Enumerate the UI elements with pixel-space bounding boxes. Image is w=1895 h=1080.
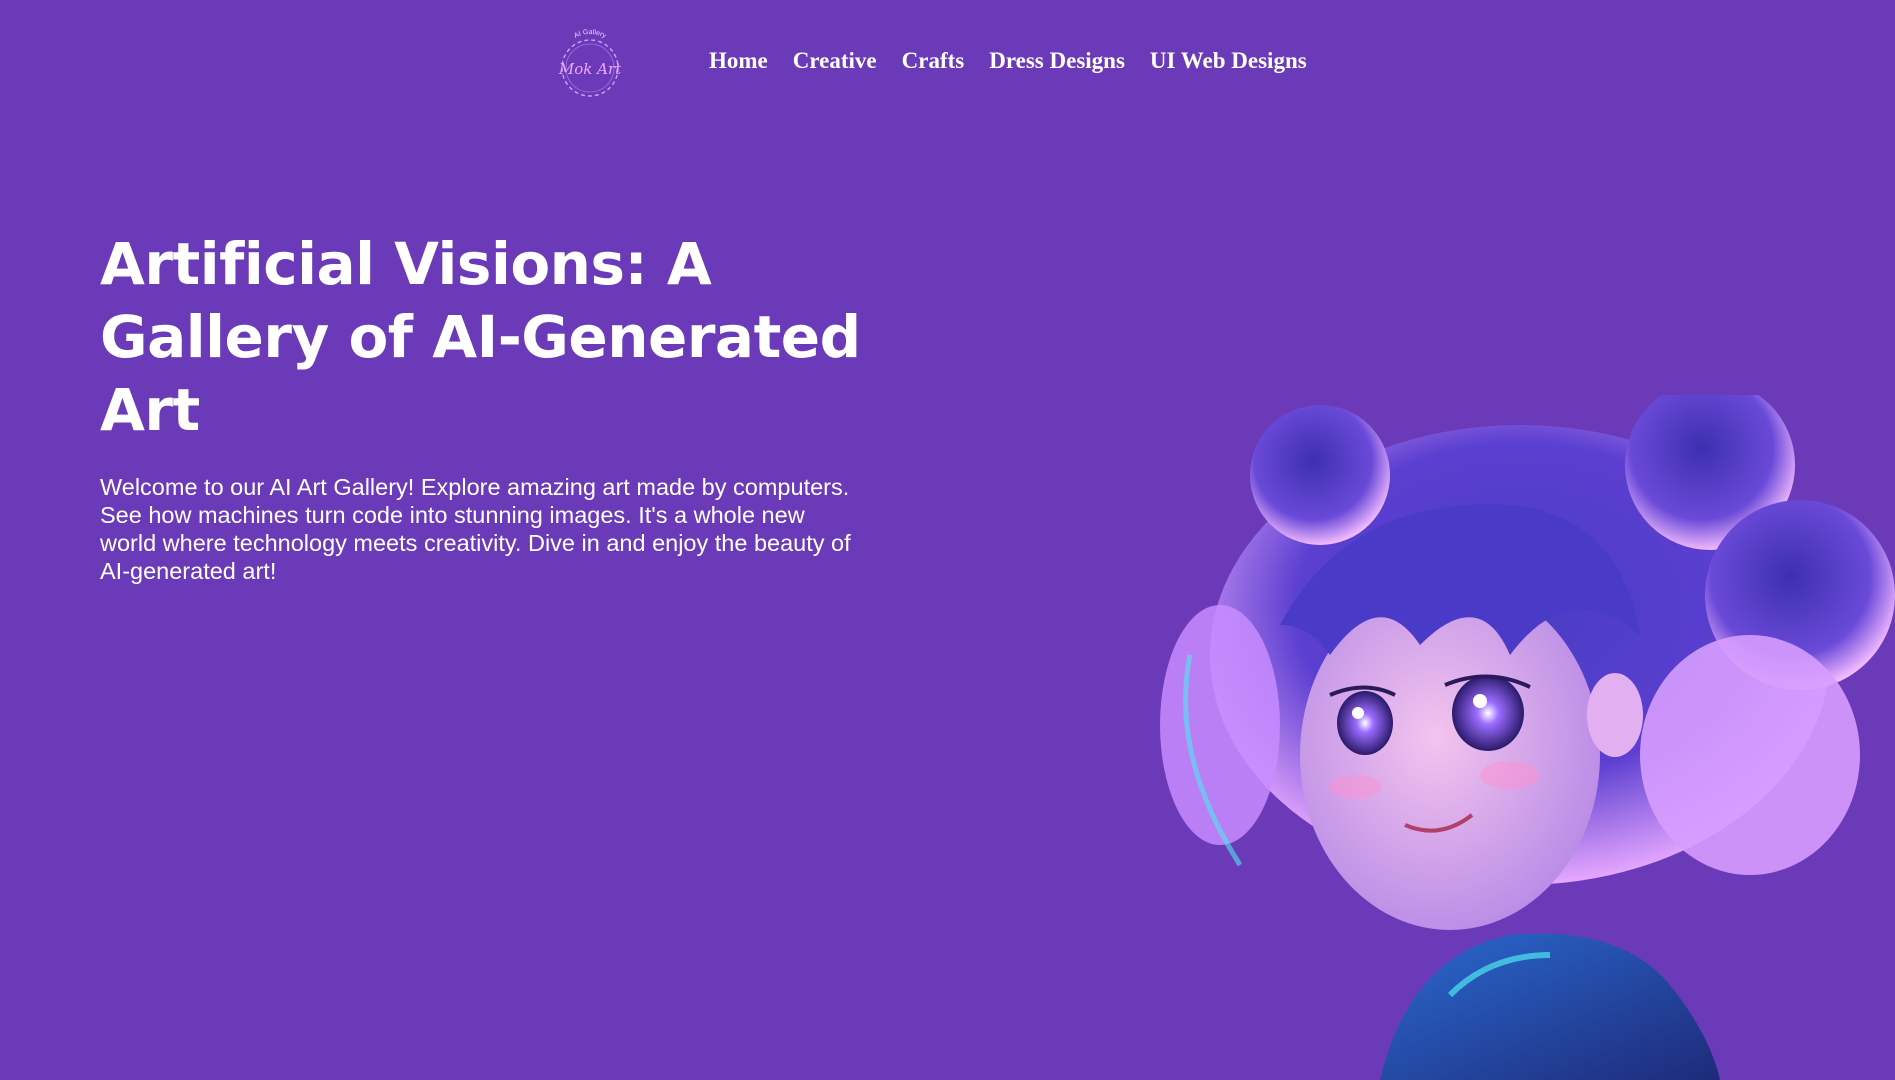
logo-script-text: Mok Art	[558, 60, 622, 78]
nav-crafts[interactable]: Crafts	[902, 48, 965, 74]
circle-wreath-logo-icon: AI Gallery Mok Art	[558, 29, 622, 97]
main-nav: Home Creative Crafts Dress Designs UI We…	[709, 48, 1307, 74]
site-logo[interactable]: AI Gallery Mok Art	[540, 22, 640, 106]
logo-small-text: AI Gallery	[573, 29, 607, 40]
hero-image	[1150, 395, 1895, 1080]
nav-creative[interactable]: Creative	[793, 48, 877, 74]
nav-ui-web-designs[interactable]: UI Web Designs	[1150, 48, 1307, 74]
hero-title: Artificial Visions: A Gallery of AI-Gene…	[100, 230, 861, 444]
hero-description: Welcome to our AI Art Gallery! Explore a…	[100, 474, 851, 584]
hero-section: Artificial Visions: A Gallery of AI-Gene…	[100, 228, 870, 585]
anime-girl-illustration-icon	[1160, 395, 1895, 1080]
site-header: AI Gallery Mok Art Home Creative Crafts …	[0, 0, 1895, 130]
nav-home[interactable]: Home	[709, 48, 768, 74]
nav-dress-designs[interactable]: Dress Designs	[989, 48, 1125, 74]
